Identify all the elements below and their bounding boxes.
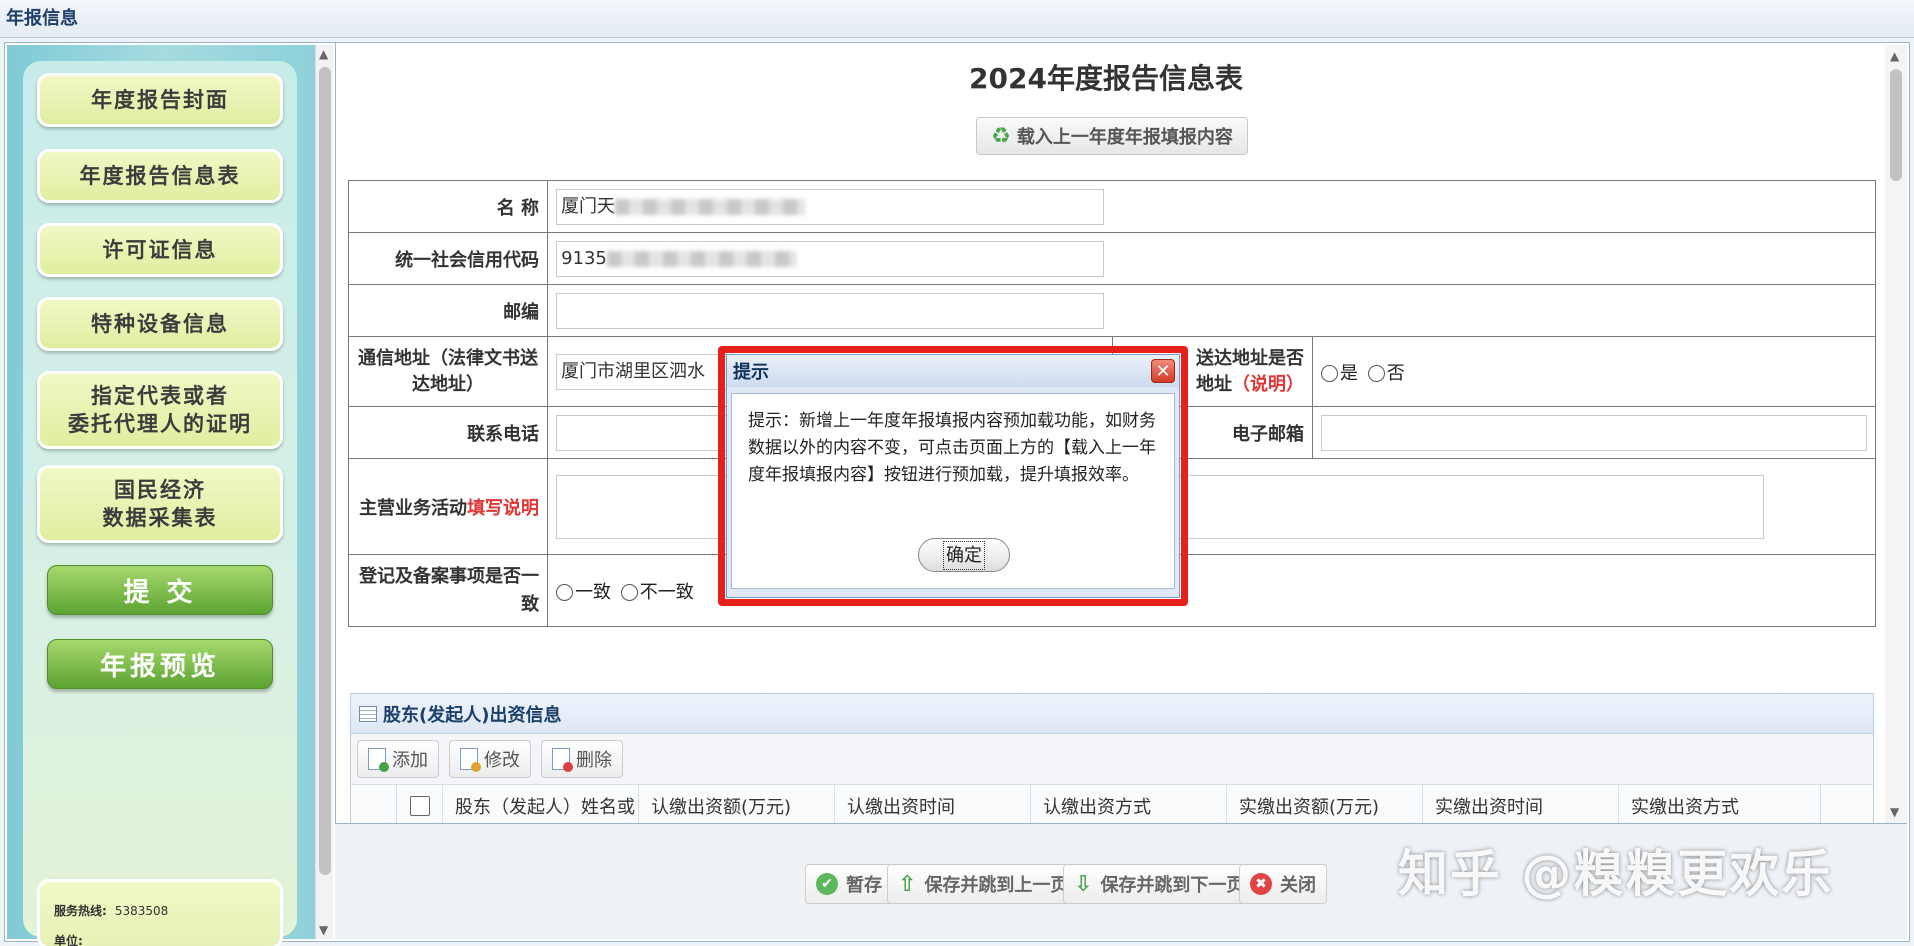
name-input[interactable]: 厦门天 [556,188,1105,225]
phone-label: 联系电话 [347,406,549,459]
save-prev-label: 保存并跳到上一页 [924,875,1069,896]
scroll-up-icon[interactable]: ▲ [319,47,328,61]
col-paid-method[interactable]: 实缴出资方式 [1619,785,1821,827]
sidebar-item-license[interactable]: 许可证信息 [37,223,283,277]
row-number-col [351,785,397,827]
name-label: 名 称 [347,180,549,233]
watermark: 知乎 @糗糗更欢乐 [1398,845,1834,903]
add-label: 添加 [392,750,428,771]
col-subscribed-amount[interactable]: 认缴出资额(万元) [639,785,835,827]
shareholder-panel-header: 股东(发起人)出资信息 [351,694,1873,734]
postcode-label: 邮编 [347,284,549,337]
check-icon: ✔ [816,873,838,895]
load-previous-year-button[interactable]: ♻ 载入上一年度年报填报内容 [976,117,1248,155]
name-value: 厦门天 [561,195,616,217]
credit-code-input[interactable]: 9135 [556,240,1105,277]
sidebar-item-economic-data[interactable]: 国民经济 数据采集表 [37,465,283,543]
address-label: 通信地址（法律文书送达地址） [347,336,549,407]
redacted-mask [615,198,806,215]
delete-label: 删除 [576,750,612,771]
registry-label: 登记及备案事项是否一致 [347,554,549,627]
preview-button[interactable]: 年报预览 [47,639,273,689]
radio-consistent-label: 一致 [575,581,612,603]
hotline-label: 服务热线: [54,904,107,918]
main-scroll-down-icon[interactable]: ▼ [1890,805,1899,819]
shareholder-table-header: 股东（发起人）姓名或 认缴出资额(万元) 认缴出资时间 认缴出资方式 实缴出资额… [351,784,1873,828]
select-all-col [397,785,443,827]
col-shareholder-name[interactable]: 股东（发起人）姓名或 [443,785,639,827]
col-paid-amount[interactable]: 实缴出资额(万元) [1227,785,1423,827]
address-same-label-2: 地址 [1196,373,1232,395]
dialog-message: 提示：新增上一年度年报填报内容预加载功能，如财务数据以外的内容不变，可点击页面上… [748,411,1156,485]
credit-code-label: 统一社会信用代码 [347,232,549,285]
edit-label: 修改 [484,750,520,771]
radio-no[interactable] [1367,365,1385,382]
table-icon [359,705,377,722]
close-button[interactable]: ✖ 关闭 [1239,864,1327,904]
main-scroll-thumb[interactable] [1890,69,1902,181]
hotline-box: 服务热线: 5383508 单位: [37,879,283,946]
hotline-value: 5383508 [114,904,169,918]
add-button[interactable]: 添加 [357,740,439,778]
sidebar: 年度报告封面 年度报告信息表 许可证信息 特种设备信息 指定代表或者 委托代理人… [7,45,315,946]
delete-doc-icon [552,748,573,772]
edit-button[interactable]: 修改 [449,740,531,778]
credit-code-value: 9135 [561,247,607,269]
sidebar-item-cover[interactable]: 年度报告封面 [37,73,283,127]
save-next-button[interactable]: ⇩ 保存并跳到下一页 [1063,864,1256,904]
address-same-options: 是 否 [1312,336,1876,407]
reload-icon: ♻ [991,123,1011,149]
save-temp-button[interactable]: ✔ 暂存 [805,864,893,904]
col-subscribed-method[interactable]: 认缴出资方式 [1031,785,1227,827]
sidebar-scrollbar[interactable]: ▲ ▼ [315,45,333,939]
unit-label: 单位: [54,934,83,946]
radio-inconsistent[interactable] [620,584,638,601]
sidebar-item-representative-proof[interactable]: 指定代表或者 委托代理人的证明 [37,371,283,449]
shareholder-title: 股东(发起人)出资信息 [383,704,562,726]
scroll-down-icon[interactable]: ▼ [319,923,328,937]
sidebar-item-special-equipment[interactable]: 特种设备信息 [37,297,283,351]
dialog-title: 提示 [727,355,1179,387]
add-doc-icon [368,748,389,772]
col-paid-time[interactable]: 实缴出资时间 [1423,785,1619,827]
load-previous-year-label: 载入上一年度年报填报内容 [1016,127,1233,148]
sidebar-panel: 年度报告封面 年度报告信息表 许可证信息 特种设备信息 指定代表或者 委托代理人… [23,61,297,946]
save-temp-label: 暂存 [846,875,882,896]
redacted-mask [606,250,797,267]
delete-button[interactable]: 删除 [541,740,623,778]
shareholder-toolbar: 添加 修改 删除 [351,734,1873,784]
close-circle-icon: ✖ [1250,873,1272,895]
dialog-body: 提示：新增上一年度年报填报内容预加载功能，如财务数据以外的内容不变，可点击页面上… [731,393,1175,589]
dialog-ok-label: 确定 [943,540,985,570]
radio-inconsistent-label: 不一致 [639,581,694,603]
business-label: 主营业务活动 [359,497,468,519]
save-prev-button[interactable]: ⇧ 保存并跳到上一页 [887,864,1080,904]
dialog-close-icon[interactable]: ✕ [1151,359,1175,383]
tip-dialog: 提示 ✕ 提示：新增上一年度年报填报内容预加载功能，如财务数据以外的内容不变，可… [726,354,1180,598]
save-next-label: 保存并跳到下一页 [1100,875,1245,896]
select-all-checkbox[interactable] [409,796,430,816]
main-scroll-up-icon[interactable]: ▲ [1890,49,1899,63]
dialog-ok-button[interactable]: 确定 [918,538,1010,572]
page-title: 2024年度报告信息表 [969,62,1243,95]
sidebar-item-info-table[interactable]: 年度报告信息表 [37,149,283,203]
address-same-note-link[interactable]: （说明） [1232,374,1304,395]
col-subscribed-time[interactable]: 认缴出资时间 [835,785,1031,827]
edit-doc-icon [460,748,481,772]
radio-no-label: 否 [1386,362,1405,384]
arrow-down-icon: ⇩ [1074,871,1093,897]
submit-button[interactable]: 提 交 [47,565,273,615]
sidebar-scroll-thumb[interactable] [319,67,331,875]
window-title: 年报信息 [0,0,1914,38]
radio-yes[interactable] [1321,365,1338,382]
arrow-up-icon: ⇧ [898,871,917,897]
business-note-link[interactable]: 填写说明 [467,498,539,519]
business-label-cell: 主营业务活动填写说明 [347,458,549,555]
close-label: 关闭 [1280,875,1316,896]
email-input[interactable] [1321,414,1867,451]
radio-consistent[interactable] [556,584,574,601]
radio-yes-label: 是 [1340,362,1358,384]
postcode-input[interactable] [556,292,1105,329]
main-scrollbar[interactable]: ▲ ▼ [1885,45,1907,825]
